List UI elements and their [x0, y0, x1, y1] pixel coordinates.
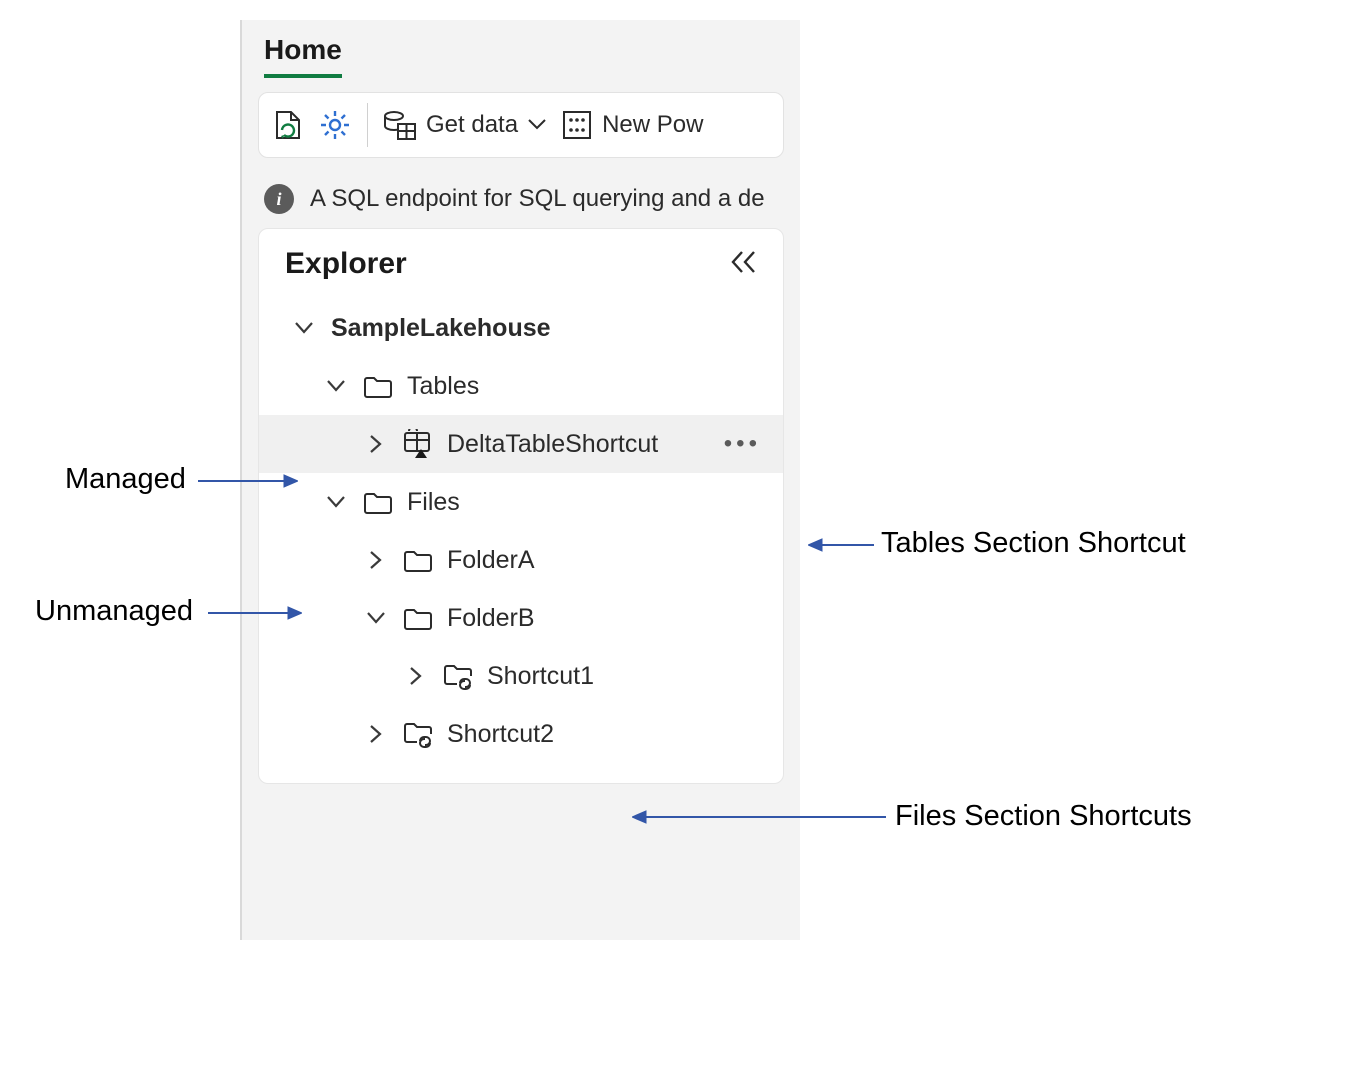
explorer-title: Explorer — [285, 247, 407, 281]
tab-strip: Home — [242, 20, 800, 78]
new-power-label: New Pow — [602, 111, 703, 139]
tree-label: FolderA — [447, 546, 535, 575]
explorer-panel: Explorer SampleLakehouse — [258, 228, 784, 784]
folder-icon — [363, 374, 395, 398]
annotation-unmanaged: Unmanaged — [35, 595, 193, 628]
chevron-down-icon — [321, 379, 351, 393]
toolbar: Get data New Pow — [258, 92, 784, 158]
chevron-down-icon — [321, 495, 351, 509]
chevron-double-left-icon — [729, 250, 757, 274]
toolbar-divider — [367, 103, 368, 147]
page-refresh-icon — [273, 108, 303, 142]
table-shortcut-icon — [403, 429, 435, 459]
collapse-explorer-button[interactable] — [729, 250, 757, 279]
chevron-right-icon — [401, 666, 431, 686]
gear-icon — [319, 109, 351, 141]
refresh-button[interactable] — [273, 108, 303, 142]
data-table-icon — [384, 110, 416, 140]
arrow-unmanaged — [208, 604, 302, 622]
folder-icon — [363, 490, 395, 514]
chevron-right-icon — [361, 550, 391, 570]
get-data-button[interactable]: Get data — [384, 110, 546, 140]
tree-node-folder-b[interactable]: FolderB — [259, 589, 783, 647]
tree-node-lakehouse[interactable]: SampleLakehouse — [259, 299, 783, 357]
tree-label: Tables — [407, 372, 479, 401]
tree-node-shortcut2[interactable]: Shortcut2 — [259, 705, 783, 763]
explorer-tree: SampleLakehouse Tables — [259, 299, 783, 763]
tree-node-folder-a[interactable]: FolderA — [259, 531, 783, 589]
folder-icon — [403, 606, 435, 630]
chevron-right-icon — [361, 724, 391, 744]
chevron-down-icon — [289, 321, 319, 335]
tree-label: DeltaTableShortcut — [447, 430, 658, 459]
chevron-right-icon — [361, 434, 391, 454]
folder-shortcut-icon — [403, 720, 435, 748]
lakehouse-app-panel: Home — [240, 20, 800, 940]
tree-node-tables[interactable]: Tables — [259, 357, 783, 415]
annotation-tables-shortcut: Tables Section Shortcut — [881, 527, 1186, 560]
folder-icon — [403, 548, 435, 572]
chevron-down-icon — [528, 119, 546, 131]
tree-label: FolderB — [447, 604, 535, 633]
tree-node-deltatableshortcut[interactable]: DeltaTableShortcut ••• — [259, 415, 783, 473]
arrow-managed — [198, 472, 298, 490]
grid-icon — [562, 110, 592, 140]
folder-shortcut-icon — [443, 662, 475, 690]
arrow-tables-shortcut — [808, 536, 874, 554]
info-text: A SQL endpoint for SQL querying and a de — [310, 185, 765, 213]
tree-label: Shortcut2 — [447, 720, 554, 749]
tree-node-shortcut1[interactable]: Shortcut1 — [259, 647, 783, 705]
new-power-button[interactable]: New Pow — [562, 110, 703, 140]
settings-button[interactable] — [319, 109, 351, 141]
annotation-files-shortcuts: Files Section Shortcuts — [895, 800, 1192, 833]
get-data-label: Get data — [426, 111, 518, 139]
tree-node-files[interactable]: Files — [259, 473, 783, 531]
annotation-managed: Managed — [65, 463, 186, 496]
more-options-button[interactable]: ••• — [724, 430, 769, 458]
tree-label: Files — [407, 488, 460, 517]
tab-home[interactable]: Home — [264, 34, 342, 78]
tree-label: SampleLakehouse — [331, 314, 551, 343]
info-bar: i A SQL endpoint for SQL querying and a … — [242, 176, 800, 228]
tree-label: Shortcut1 — [487, 662, 594, 691]
info-icon: i — [264, 184, 294, 214]
chevron-down-icon — [361, 611, 391, 625]
arrow-files-shortcuts — [632, 808, 886, 826]
